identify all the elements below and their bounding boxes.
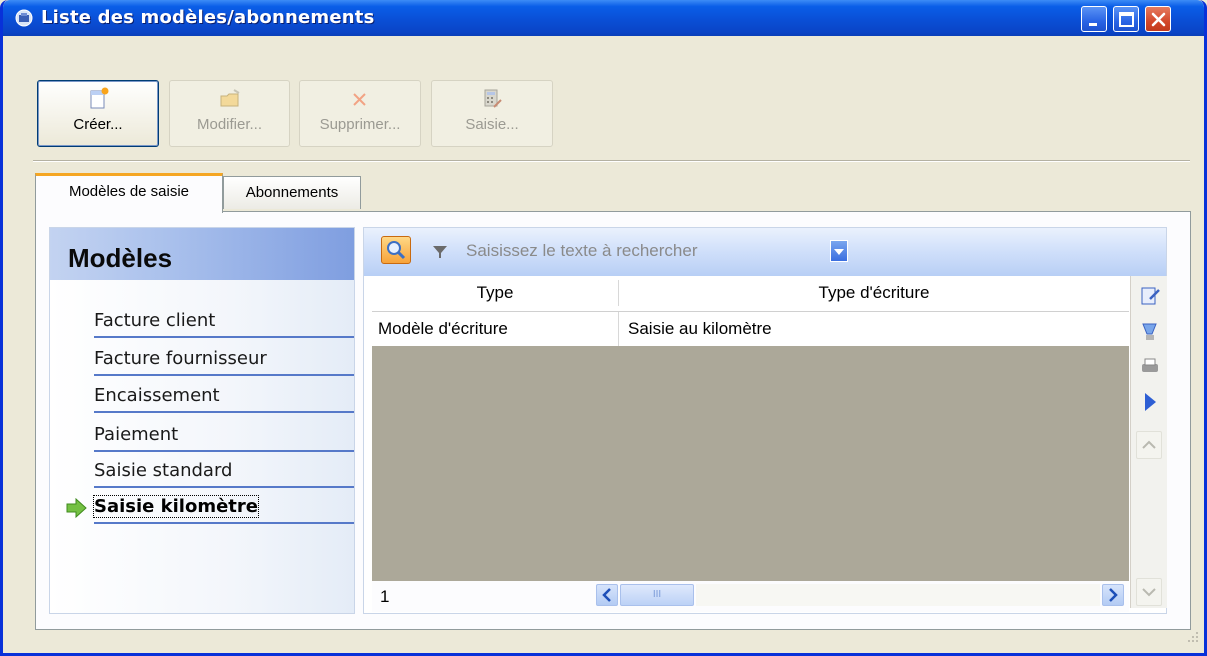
sidebar-item-label: Facture fournisseur xyxy=(94,348,267,369)
cell-type: Modèle d'écriture xyxy=(378,319,508,338)
sidebar-header: Modèles xyxy=(50,228,354,280)
delete-icon xyxy=(353,93,366,106)
filter-icon[interactable] xyxy=(432,244,448,260)
sidebar-item-label: Facture client xyxy=(94,310,216,331)
folder-edit-icon xyxy=(220,89,240,107)
chevron-up-icon xyxy=(1142,440,1156,449)
cell-type-ecriture: Saisie au kilomètre xyxy=(628,319,772,338)
column-header-type-ecriture[interactable]: Type d'écriture xyxy=(619,283,1129,303)
scroll-up-button[interactable] xyxy=(1136,431,1162,459)
row-separator xyxy=(618,312,619,346)
scroll-down-button[interactable] xyxy=(1136,578,1162,606)
sidebar-item-label: Paiement xyxy=(94,424,179,445)
next-icon[interactable] xyxy=(1139,390,1161,414)
sidebar-item-facture-client[interactable]: Facture client xyxy=(94,302,354,338)
delete-button[interactable]: Supprimer... xyxy=(299,80,421,147)
sidebar-item-paiement[interactable]: Paiement xyxy=(94,416,354,452)
arrow-right-icon xyxy=(66,498,87,518)
scroll-left-button[interactable] xyxy=(596,584,618,606)
grid-status-bar: 1 III xyxy=(372,581,1129,612)
calculator-pen-icon xyxy=(484,89,502,108)
sidebar-item-label: Encaissement xyxy=(94,385,220,406)
maximize-button[interactable] xyxy=(1113,6,1139,32)
grid-header: Type Type d'écriture xyxy=(372,276,1129,312)
search-button[interactable] xyxy=(381,236,411,264)
maximize-icon xyxy=(1119,12,1134,27)
delete-label: Supprimer... xyxy=(319,116,401,133)
new-document-icon xyxy=(90,87,109,109)
edit-sheet-icon[interactable] xyxy=(1139,284,1161,308)
tab-modeles-de-saisie[interactable]: Modèles de saisie xyxy=(35,173,223,213)
app-icon xyxy=(15,9,33,27)
chevron-left-icon xyxy=(602,588,611,602)
table-row[interactable]: Modèle d'écriture Saisie au kilomètre xyxy=(372,312,1129,346)
main-window: Liste des modèles/abonnements Créer... M… xyxy=(0,0,1207,656)
scroll-right-button[interactable] xyxy=(1102,584,1124,606)
sidebar-item-label: Saisie standard xyxy=(94,460,233,481)
window-title: Liste des modèles/abonnements xyxy=(41,7,375,28)
record-count: 1 xyxy=(380,587,390,606)
models-grid-pane: Type Type d'écriture Modèle d'écriture S… xyxy=(363,227,1167,614)
toolbar-separator xyxy=(33,160,1190,162)
chevron-down-icon xyxy=(834,249,844,255)
title-bar[interactable]: Liste des modèles/abonnements xyxy=(3,0,1204,36)
entry-label: Saisie... xyxy=(465,116,519,133)
sidebar-item-saisie-kilometre[interactable]: Saisie kilomètre xyxy=(66,488,354,524)
search-bar xyxy=(364,228,1166,276)
create-label: Créer... xyxy=(73,116,123,133)
sidebar-title: Modèles xyxy=(68,243,173,273)
search-dropdown-button[interactable] xyxy=(830,240,848,262)
close-icon xyxy=(1151,12,1166,27)
sidebar-item-label: Saisie kilomètre xyxy=(93,495,259,518)
scroll-thumb-grip: III xyxy=(652,589,662,600)
close-button[interactable] xyxy=(1145,6,1171,32)
tab-abonnements[interactable]: Abonnements xyxy=(223,176,361,209)
create-button[interactable]: Créer... xyxy=(37,80,159,147)
entry-button[interactable]: Saisie... xyxy=(431,80,553,147)
grid-empty-area xyxy=(372,346,1129,581)
chevron-right-icon xyxy=(1109,588,1118,602)
scroll-track[interactable] xyxy=(696,584,1100,606)
grid-side-toolbar xyxy=(1130,276,1167,608)
magnifier-icon xyxy=(387,241,406,260)
sidebar-item-saisie-standard[interactable]: Saisie standard xyxy=(94,452,354,488)
modify-label: Modifier... xyxy=(196,116,263,133)
search-input[interactable] xyxy=(464,236,814,266)
export-icon[interactable] xyxy=(1139,320,1161,344)
minimize-button[interactable] xyxy=(1081,6,1107,32)
sidebar-item-facture-fournisseur[interactable]: Facture fournisseur xyxy=(94,340,354,376)
resize-grip-icon[interactable] xyxy=(1186,630,1200,644)
chevron-down-icon xyxy=(1142,588,1156,597)
column-header-type[interactable]: Type xyxy=(372,283,618,303)
modify-button[interactable]: Modifier... xyxy=(169,80,290,147)
models-sidebar: Modèles Facture client Facture fournisse… xyxy=(49,227,355,614)
minimize-icon xyxy=(1089,23,1097,26)
print-icon[interactable] xyxy=(1139,354,1161,378)
horizontal-scrollbar[interactable]: III xyxy=(596,584,1126,606)
scroll-thumb[interactable]: III xyxy=(620,584,694,606)
sidebar-item-encaissement[interactable]: Encaissement xyxy=(94,377,354,413)
